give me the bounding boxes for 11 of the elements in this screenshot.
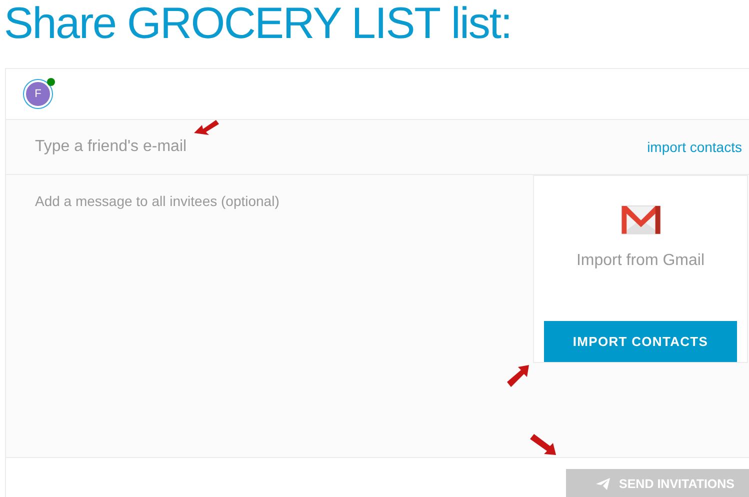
avatar[interactable]: F	[24, 80, 52, 108]
provider-label: Import from Gmail	[576, 250, 704, 271]
arrow-icon	[194, 117, 220, 137]
page-title: Share GROCERY LIST list:	[4, 0, 512, 50]
paper-plane-icon	[596, 478, 610, 490]
arrow-icon	[505, 365, 529, 389]
import-contacts-link[interactable]: import contacts	[637, 120, 749, 174]
import-contacts-button[interactable]: IMPORT CONTACTS	[544, 320, 737, 362]
email-field[interactable]: Type a friend's e-mail	[6, 120, 638, 174]
envelope-icon	[620, 205, 662, 235]
arrow-icon	[530, 433, 556, 455]
